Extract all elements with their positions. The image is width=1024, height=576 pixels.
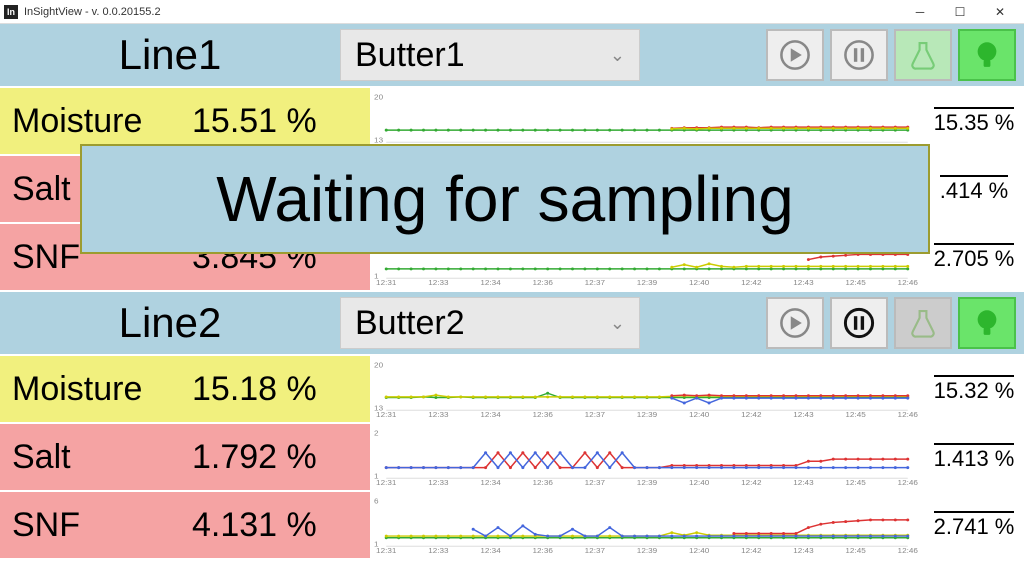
svg-text:12:33: 12:33 — [428, 478, 449, 486]
svg-text:12:34: 12:34 — [480, 478, 501, 486]
svg-text:12:40: 12:40 — [689, 278, 710, 286]
svg-text:20: 20 — [374, 93, 384, 102]
svg-text:12:31: 12:31 — [376, 478, 397, 486]
svg-text:12:39: 12:39 — [637, 478, 658, 486]
line2-product-value: Butter2 — [355, 304, 465, 343]
svg-text:12:33: 12:33 — [428, 410, 449, 418]
line2-name: Line2 — [0, 299, 340, 347]
svg-text:12:45: 12:45 — [845, 546, 866, 554]
line2-snf-avg: 2.741 % — [924, 492, 1024, 558]
svg-text:12:46: 12:46 — [898, 410, 919, 418]
chevron-down-icon: ⌄ — [610, 45, 625, 66]
line2-salt-chart: 2112:3112:3312:3412:3612:3712:3912:4012:… — [370, 424, 924, 490]
svg-text:12:37: 12:37 — [585, 410, 606, 418]
svg-text:12:42: 12:42 — [741, 478, 762, 486]
svg-text:12:45: 12:45 — [845, 410, 866, 418]
svg-text:12:37: 12:37 — [585, 546, 606, 554]
line2-salt-label: Salt 1.792 % — [0, 424, 370, 490]
line1-pause-button[interactable] — [830, 29, 888, 81]
line2-product-select[interactable]: Butter2 ⌄ — [340, 297, 640, 349]
svg-text:12:40: 12:40 — [689, 546, 710, 554]
svg-text:12:31: 12:31 — [376, 546, 397, 554]
svg-text:12:31: 12:31 — [376, 278, 397, 286]
line1-flask-button[interactable] — [894, 29, 952, 81]
content-area: Line1 Butter1 ⌄ Moisture 15.51 % 201312:… — [0, 24, 1024, 576]
line2-snf-label: SNF 4.131 % — [0, 492, 370, 558]
svg-text:12:31: 12:31 — [376, 410, 397, 418]
line2-moisture-row: Moisture 15.18 % 201312:3112:3312:3412:3… — [0, 356, 1024, 424]
svg-text:12:40: 12:40 — [689, 478, 710, 486]
line1-play-button[interactable] — [766, 29, 824, 81]
line2-header: Line2 Butter2 ⌄ — [0, 292, 1024, 356]
line1-product-value: Butter1 — [355, 36, 465, 75]
line2-moisture-chart: 201312:3112:3312:3412:3612:3712:3912:401… — [370, 356, 924, 422]
svg-text:12:45: 12:45 — [845, 478, 866, 486]
line2-flask-button[interactable] — [894, 297, 952, 349]
line1-product-select[interactable]: Butter1 ⌄ — [340, 29, 640, 81]
svg-text:12:36: 12:36 — [533, 478, 554, 486]
svg-text:12:40: 12:40 — [689, 410, 710, 418]
svg-text:12:39: 12:39 — [637, 410, 658, 418]
svg-text:12:43: 12:43 — [793, 410, 814, 418]
svg-text:2: 2 — [374, 429, 379, 438]
minimize-button[interactable]: ─ — [900, 1, 940, 23]
svg-text:12:42: 12:42 — [741, 278, 762, 286]
svg-text:12:45: 12:45 — [845, 278, 866, 286]
svg-text:12:42: 12:42 — [741, 410, 762, 418]
svg-text:12:43: 12:43 — [793, 278, 814, 286]
line1-snf-avg: 2.705 % — [924, 224, 1024, 290]
svg-text:12:43: 12:43 — [793, 478, 814, 486]
status-overlay: Waiting for sampling — [80, 144, 930, 254]
svg-text:12:36: 12:36 — [533, 410, 554, 418]
window-title: InSightView - v. 0.0.20155.2 — [24, 6, 161, 18]
close-button[interactable]: ✕ — [980, 1, 1020, 23]
line2-bulb-button[interactable] — [958, 297, 1016, 349]
svg-text:12:39: 12:39 — [637, 278, 658, 286]
svg-text:12:37: 12:37 — [585, 478, 606, 486]
svg-text:12:46: 12:46 — [898, 478, 919, 486]
svg-text:6: 6 — [374, 497, 379, 506]
chevron-down-icon: ⌄ — [610, 313, 625, 334]
line2-pause-button[interactable] — [830, 297, 888, 349]
line2-salt-row: Salt 1.792 % 2112:3112:3312:3412:3612:37… — [0, 424, 1024, 492]
line2-play-button[interactable] — [766, 297, 824, 349]
svg-text:12:37: 12:37 — [585, 278, 606, 286]
svg-text:20: 20 — [374, 361, 384, 370]
svg-text:12:34: 12:34 — [480, 278, 501, 286]
line2-moisture-avg: 15.32 % — [924, 356, 1024, 422]
window-titlebar: In InSightView - v. 0.0.20155.2 ─ ☐ ✕ — [0, 0, 1024, 24]
svg-text:12:34: 12:34 — [480, 546, 501, 554]
svg-text:12:39: 12:39 — [637, 546, 658, 554]
svg-text:12:36: 12:36 — [533, 546, 554, 554]
svg-text:12:34: 12:34 — [480, 410, 501, 418]
svg-text:12:43: 12:43 — [793, 546, 814, 554]
svg-text:12:36: 12:36 — [533, 278, 554, 286]
svg-text:12:33: 12:33 — [428, 278, 449, 286]
svg-text:12:33: 12:33 — [428, 546, 449, 554]
svg-text:12:46: 12:46 — [898, 278, 919, 286]
line1-bulb-button[interactable] — [958, 29, 1016, 81]
line2-snf-row: SNF 4.131 % 6112:3112:3312:3412:3612:371… — [0, 492, 1024, 560]
line1-header: Line1 Butter1 ⌄ — [0, 24, 1024, 88]
svg-text:12:46: 12:46 — [898, 546, 919, 554]
line1-salt-avg: .414 % — [924, 156, 1024, 222]
svg-text:12:42: 12:42 — [741, 546, 762, 554]
app-icon: In — [4, 5, 18, 19]
maximize-button[interactable]: ☐ — [940, 1, 980, 23]
line2-moisture-label: Moisture 15.18 % — [0, 356, 370, 422]
line2-salt-avg: 1.413 % — [924, 424, 1024, 490]
line1-moisture-avg: 15.35 % — [924, 88, 1024, 154]
line2-snf-chart: 6112:3112:3312:3412:3612:3712:3912:4012:… — [370, 492, 924, 558]
line1-name: Line1 — [0, 31, 340, 79]
